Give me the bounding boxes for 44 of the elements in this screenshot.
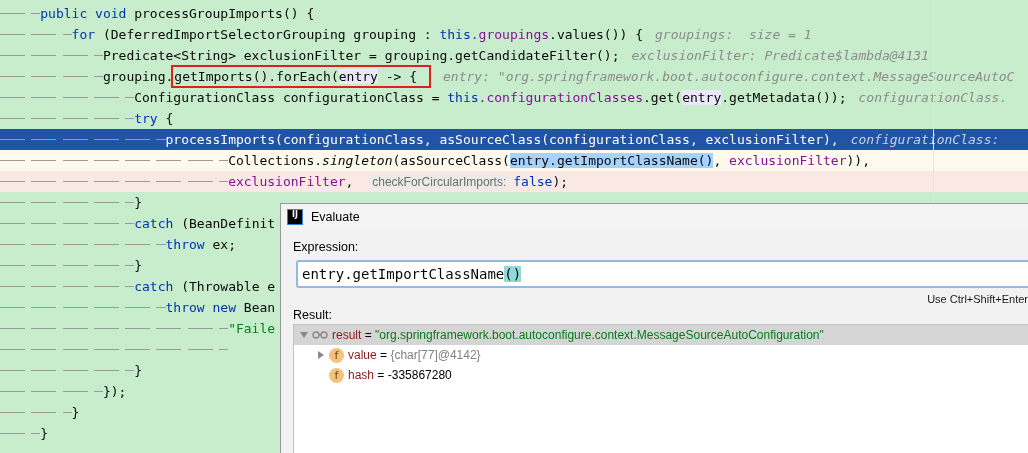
code-text: "Faile — [228, 321, 276, 336]
code-text: Collections.singleton(asSourceClass(entry.getImportClassName(), exclusionFilter)), — [228, 153, 870, 168]
code-text: } — [134, 195, 143, 210]
code-text: } — [134, 363, 143, 378]
dialog-title: Evaluate — [311, 210, 360, 224]
code-text: try { — [134, 111, 174, 126]
code-text: processImports(configurationClass, asSourceClass(configurationClass, exclusionFilter), — [165, 132, 839, 147]
code-text: Predicate<String> exclusionFilter = grouping.getCandidateFilter(); — [102, 48, 620, 63]
app-logo: IJ — [288, 210, 302, 224]
tree-node-label: result = "org.springframework.boot.autoconfigure.context.MessageSourceAutoConfiguration" — [332, 328, 824, 342]
result-label: Result: — [292, 308, 333, 322]
collapsed-arrow-icon[interactable] — [317, 351, 325, 359]
code-text: } — [40, 426, 49, 441]
code-text: grouping. — [102, 69, 174, 84]
code-text: } — [71, 405, 80, 420]
tree-node-label: value = {char[77]@4142} — [348, 348, 481, 362]
code-text: getImports().forEach(entry -> { — [174, 69, 417, 84]
code-text: exclusionFilter, — [228, 174, 355, 189]
field-icon: f — [329, 347, 344, 363]
code-text: } — [134, 258, 143, 273]
field-icon: f — [329, 367, 344, 383]
tree-node-label: hash = -335867280 — [348, 368, 452, 382]
parameter-hint: checkForCircularImports: — [369, 174, 510, 189]
code-text: for (DeferredImportSelectorGrouping grouping : this.groupings.values()) { — [71, 27, 643, 42]
code-text: throw new Bean — [165, 300, 276, 315]
expression-label: Expression: — [292, 240, 360, 254]
glasses-icon — [312, 331, 328, 339]
tree-row[interactable]: f hash = -335867280 — [294, 365, 1028, 385]
inline-value-hint: exclusionFilter: Predicate$lambda@4131 — [631, 48, 929, 63]
code-text: public void processGroupImports() { — [40, 6, 315, 21]
expanded-arrow-icon[interactable] — [300, 331, 308, 339]
inline-value-hint: entry: "org.springframework.boot.autoconfigure.context.MessageSourceAutoC — [443, 69, 1015, 84]
code-text: throw ex; — [165, 237, 236, 252]
tree-row[interactable]: f value = {char[77]@4142} — [294, 345, 1028, 365]
code-text: catch (BeanDefinit — [134, 216, 276, 231]
code-text: false); — [513, 174, 569, 189]
code-text: ConfigurationClass configurationClass = this.configurationClasses.get(entry.getMetadata()); — [134, 90, 847, 105]
inline-value-hint: groupings: size = 1 — [655, 27, 812, 42]
expression-field[interactable]: entry.getImportClassName() — [296, 260, 1028, 288]
code-text: }); — [102, 384, 127, 399]
shortcut-hint: Use Ctrl+Shift+Enter — [927, 293, 1028, 305]
tree-row[interactable]: result = "org.springframework.boot.autoconfigure.context.MessageSourceAutoConfiguration" — [294, 325, 1028, 345]
code-text: catch (Throwable e — [134, 279, 276, 294]
inline-value-hint: configurationClass. — [858, 90, 1008, 105]
